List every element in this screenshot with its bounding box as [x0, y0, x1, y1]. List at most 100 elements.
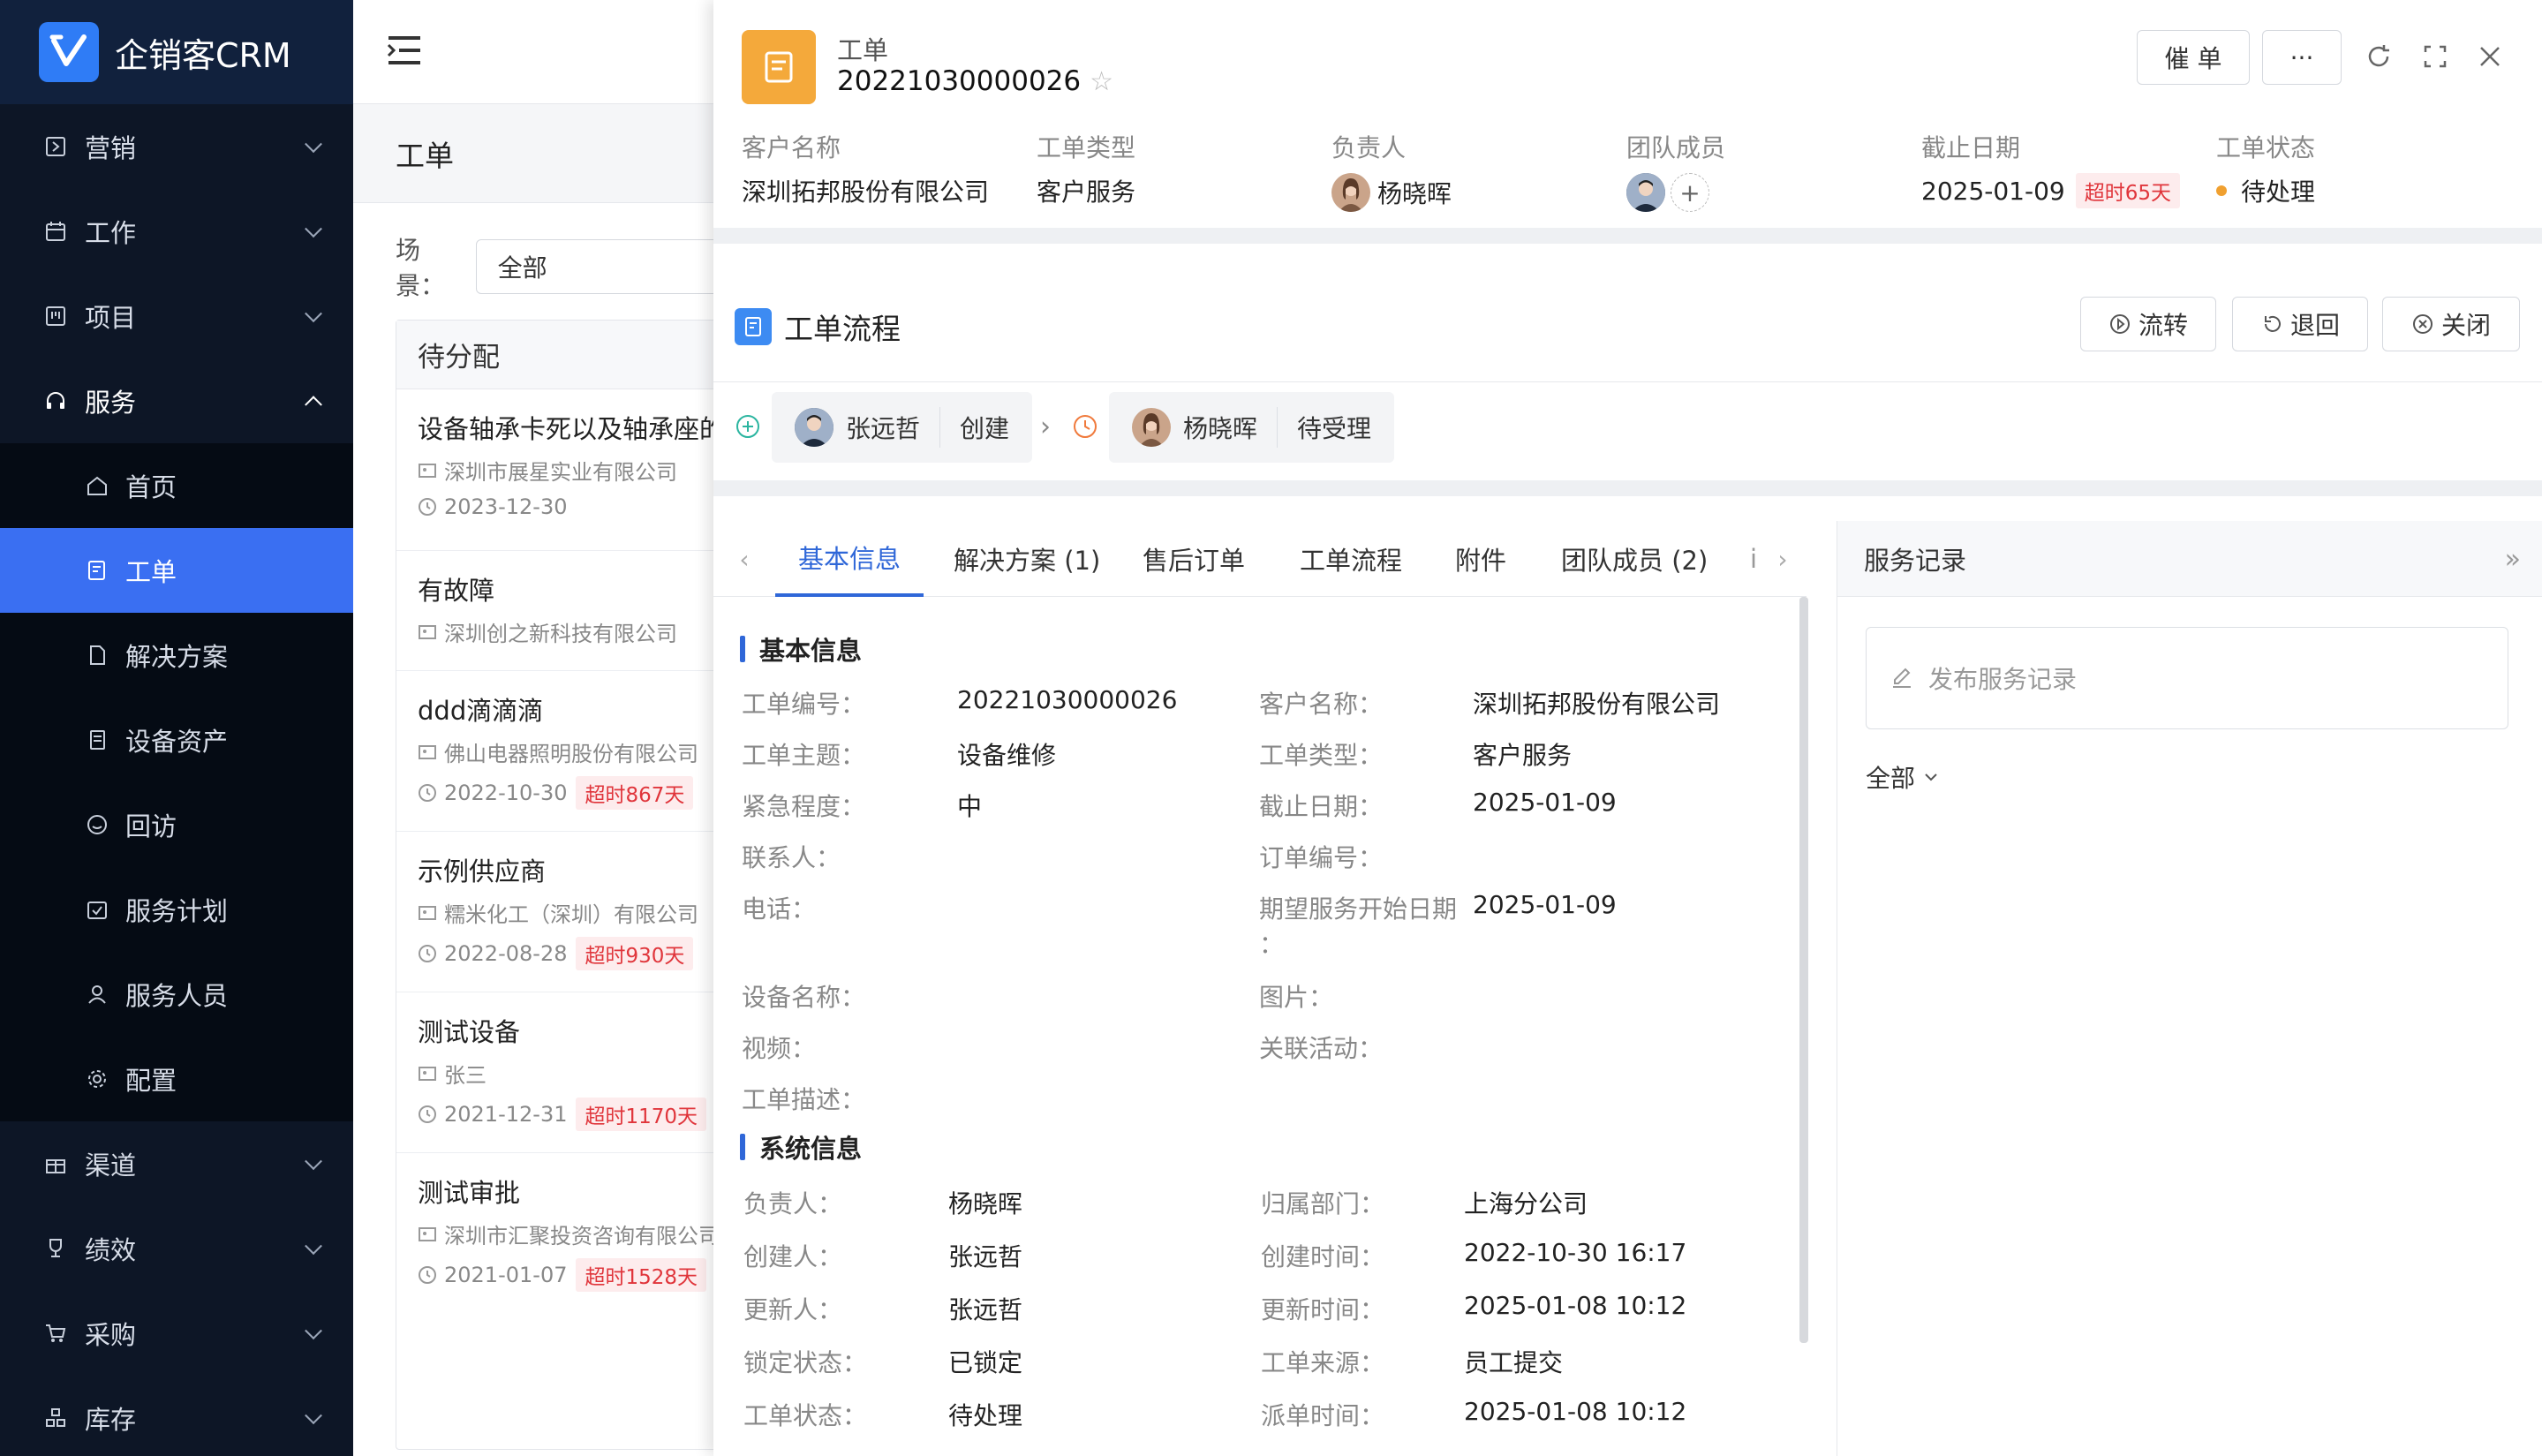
- meta-label: 截止日期: [1921, 133, 2021, 162]
- stock-icon: [41, 1403, 71, 1433]
- field-label: 设备名称：: [742, 983, 866, 1012]
- refresh-icon[interactable]: [2361, 39, 2396, 74]
- post-service-record-input[interactable]: 发布服务记录: [1866, 627, 2508, 729]
- field-label: 截止日期：: [1259, 792, 1384, 821]
- customer-link[interactable]: 深圳拓邦股份有限公司: [1473, 685, 1720, 720]
- sidebar-item-label: 营销: [85, 133, 137, 163]
- sidebar-item-work[interactable]: 工作: [0, 189, 353, 274]
- field-label: 归属部门：: [1261, 1189, 1385, 1218]
- ticket-detail-drawer: 工单 20221030000026 ☆ 催 单 ··· 客户名称 深圳拓邦股份有…: [713, 0, 2542, 1456]
- sidebar-item-config[interactable]: 配置: [0, 1037, 353, 1121]
- scene-select[interactable]: 全部: [475, 239, 742, 294]
- tab-ticket-flow[interactable]: 工单流程: [1300, 521, 1402, 597]
- card-company: 深圳市汇聚投资咨询有限公司: [418, 1218, 744, 1249]
- tab-after-sales-orders[interactable]: 售后订单: [1143, 521, 1245, 597]
- meta-label: 客户名称: [742, 133, 841, 162]
- star-icon[interactable]: ☆: [1090, 66, 1113, 97]
- sidebar-item-stock[interactable]: 库存: [0, 1376, 353, 1456]
- sidebar-item-channel[interactable]: 渠道: [0, 1121, 353, 1206]
- sidebar-item-service[interactable]: 服务: [0, 358, 353, 443]
- chevron-left-icon[interactable]: ‹: [731, 545, 758, 574]
- sidebar-item-label: 配置: [125, 1066, 177, 1096]
- overdue-badge: 超时1170天: [576, 1098, 707, 1131]
- content-scrollbar[interactable]: [1799, 597, 1808, 1343]
- meta-label: 工单状态: [2216, 133, 2316, 162]
- close-ticket-button[interactable]: 关闭: [2382, 297, 2520, 351]
- card-title: 示例供应商: [418, 856, 547, 886]
- overdue-badge: 超时1528天: [576, 1258, 707, 1292]
- add-member-icon[interactable]: +: [1671, 173, 1709, 212]
- meta-label: 团队成员: [1626, 133, 1726, 162]
- return-button[interactable]: 退回: [2232, 297, 2368, 351]
- avatar[interactable]: [1626, 173, 1665, 212]
- tab-basic-info[interactable]: 基本信息: [775, 521, 924, 597]
- brand[interactable]: 企销客CRM: [0, 0, 353, 104]
- sidebar-item-asset[interactable]: 设备资产: [0, 698, 353, 782]
- close-circle-icon: [2412, 314, 2433, 334]
- company-icon: [418, 1225, 437, 1244]
- field-value: 2025-01-08 10:12: [1464, 1397, 1687, 1426]
- section-system-info: 系统信息: [740, 1128, 862, 1166]
- sidebar-item-plan[interactable]: 服务计划: [0, 867, 353, 952]
- meta-value: 客户服务: [1037, 177, 1136, 207]
- list-item[interactable]: 测试设备 张三 2021-12-31 超时1170天: [396, 992, 766, 1153]
- list-item[interactable]: 示例供应商 糯米化工（深圳）有限公司 2022-08-28 超时930天: [396, 832, 766, 992]
- sidebar-item-performance[interactable]: 绩效: [0, 1206, 353, 1291]
- sidebar-item-project[interactable]: 项目: [0, 274, 353, 358]
- due-value: 2025-01-09 超时65天: [1921, 173, 2181, 208]
- column-title: 待分配: [396, 321, 766, 389]
- meta-customer: 客户名称 深圳拓邦股份有限公司: [742, 129, 989, 208]
- sidebar-item-staff[interactable]: 服务人员: [0, 952, 353, 1037]
- list-item[interactable]: ddd滴滴滴 佛山电器照明股份有限公司 2022-10-30 超时867天: [396, 671, 766, 832]
- step-action: 待受理: [1297, 414, 1372, 443]
- step-person: 杨晓晖: [1183, 414, 1258, 443]
- app-name: 企销客CRM: [115, 35, 291, 75]
- card-date: 2021-12-31 超时1170天: [418, 1098, 744, 1131]
- field-value: 已锁定: [948, 1348, 1023, 1377]
- project-icon: [41, 301, 71, 331]
- list-item[interactable]: 设备轴承卡死以及轴承座的 深圳市展星实业有限公司 2023-12-30: [396, 389, 766, 551]
- sidebar-item-ticket[interactable]: 工单: [0, 528, 353, 613]
- chevron-down-icon: [305, 305, 322, 323]
- menu-collapse-icon[interactable]: [385, 34, 424, 70]
- sidebar-item-label: 工单: [125, 557, 177, 587]
- document-icon: [83, 641, 111, 669]
- urge-button[interactable]: 催 单: [2137, 30, 2250, 85]
- overdue-badge: 超时930天: [576, 937, 694, 970]
- fullscreen-icon[interactable]: [2418, 39, 2453, 74]
- section-bar: [740, 1134, 745, 1160]
- card-title: 有故障: [418, 576, 495, 606]
- clock-icon: [1072, 413, 1098, 443]
- detail-tabs: ‹ 基本信息 解决方案 (1) 售后订单 工单流程 附件 团队成员 (2) i …: [713, 521, 1807, 597]
- tab-attachments[interactable]: 附件: [1455, 521, 1506, 597]
- ticket-icon: [83, 556, 111, 585]
- tab-team-members[interactable]: 团队成员 (2): [1561, 521, 1708, 597]
- card-date: 2021-01-07 超时1528天: [418, 1258, 744, 1292]
- list-item[interactable]: 有故障 深圳创之新科技有限公司: [396, 551, 766, 671]
- team-value: +: [1626, 173, 1725, 212]
- sidebar-item-revisit[interactable]: 回访: [0, 782, 353, 867]
- meta-owner: 负责人 杨晓晖: [1331, 129, 1452, 212]
- sidebar-item-label: 采购: [85, 1320, 137, 1350]
- more-button[interactable]: ···: [2262, 30, 2342, 85]
- sidebar-item-purchase[interactable]: 采购: [0, 1291, 353, 1376]
- clock-icon: [418, 783, 437, 803]
- customer-link[interactable]: 深圳拓邦股份有限公司: [742, 173, 989, 208]
- field-value: 张远哲: [948, 1242, 1023, 1271]
- transfer-button[interactable]: 流转: [2080, 297, 2216, 351]
- close-icon[interactable]: [2472, 39, 2508, 74]
- sidebar-item-marketing[interactable]: 营销: [0, 104, 353, 189]
- sidebar-item-label: 渠道: [85, 1150, 137, 1181]
- chevron-right-icon[interactable]: ›: [1769, 545, 1796, 574]
- field-label: 更新人：: [743, 1295, 843, 1324]
- collapse-panel-icon[interactable]: »: [2505, 544, 2521, 575]
- sidebar-item-solution[interactable]: 解决方案: [0, 613, 353, 698]
- list-item[interactable]: 测试审批 深圳市汇聚投资咨询有限公司 2021-01-07 超时1528天: [396, 1153, 766, 1314]
- field-label: 期望服务开始日期: [1259, 894, 1458, 924]
- gift-icon: [41, 1149, 71, 1179]
- record-filter-dropdown[interactable]: 全部: [1866, 759, 1940, 795]
- tab-solutions[interactable]: 解决方案 (1): [954, 521, 1100, 597]
- tab-overflow[interactable]: i: [1750, 521, 1757, 597]
- ticket-flow-section: 工单流程 流转 退回 关闭 张远哲 创建 › 杨晓晖 待受理: [713, 260, 2542, 496]
- sidebar-item-home[interactable]: 首页: [0, 443, 353, 528]
